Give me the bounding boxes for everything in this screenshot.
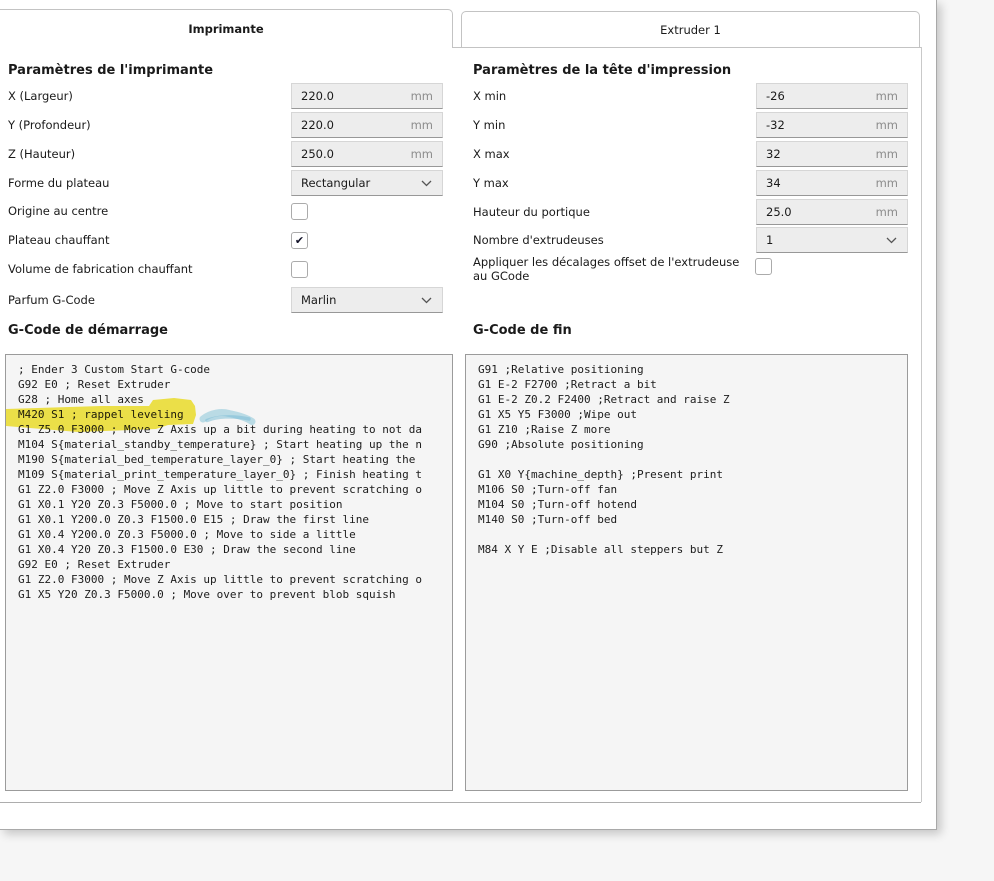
- end-gcode-textarea[interactable]: G91 ;Relative positioning G1 E-2 F2700 ;…: [465, 354, 908, 791]
- bed-shape-select[interactable]: Rectangular: [291, 170, 443, 196]
- gcode-flavor-label: Parfum G-Code: [8, 292, 95, 307]
- y-max-value: 34: [766, 176, 781, 190]
- x-max-value: 32: [766, 147, 781, 161]
- x-min-label: X min: [473, 88, 507, 103]
- printer-settings-title: Paramètres de l'imprimante: [8, 63, 214, 78]
- tab-extruder-1-label: Extruder 1: [660, 22, 721, 37]
- z-height-input[interactable]: 250.0 mm: [291, 141, 443, 167]
- extruder-count-value: 1: [766, 233, 774, 247]
- gantry-height-input[interactable]: 25.0 mm: [756, 199, 908, 225]
- extruder-count-label: Nombre d'extrudeuses: [473, 232, 604, 247]
- x-min-value: -26: [766, 89, 785, 103]
- extruder-count-select[interactable]: 1: [756, 227, 908, 253]
- row-apply-offsets: Appliquer les décalages offset de l'extr…: [473, 253, 908, 289]
- x-min-input[interactable]: -26 mm: [756, 83, 908, 109]
- row-y-depth: Y (Profondeur) 220.0 mm: [8, 112, 443, 138]
- x-width-unit: mm: [410, 89, 433, 103]
- bed-shape-label: Forme du plateau: [8, 175, 110, 190]
- gcode-flavor-select[interactable]: Marlin: [291, 287, 443, 313]
- end-gcode-text: G91 ;Relative positioning G1 E-2 F2700 ;…: [478, 363, 730, 556]
- printhead-settings-title: Paramètres de la tête d'impression: [473, 63, 732, 78]
- tab-imprimante-label: Imprimante: [188, 22, 264, 36]
- y-max-unit: mm: [875, 176, 898, 190]
- z-height-unit: mm: [410, 147, 433, 161]
- x-width-input[interactable]: 220.0 mm: [291, 83, 443, 109]
- y-depth-label: Y (Profondeur): [8, 117, 91, 132]
- machine-settings-dialog: Imprimante Extruder 1 Paramètres de l'im…: [0, 0, 937, 830]
- y-min-input[interactable]: -32 mm: [756, 112, 908, 138]
- heated-volume-checkbox[interactable]: [291, 260, 308, 278]
- row-x-min: X min -26 mm: [473, 83, 908, 109]
- row-y-min: Y min -32 mm: [473, 112, 908, 138]
- row-extruder-count: Nombre d'extrudeuses 1: [473, 227, 908, 253]
- start-gcode-title: G-Code de démarrage: [8, 323, 168, 338]
- row-x-width: X (Largeur) 220.0 mm: [8, 83, 443, 109]
- row-bed-shape: Forme du plateau Rectangular: [8, 170, 443, 196]
- x-max-label: X max: [473, 146, 510, 161]
- heated-volume-label: Volume de fabrication chauffant: [8, 261, 193, 276]
- chevron-down-icon: [886, 237, 907, 244]
- bed-shape-value: Rectangular: [301, 176, 371, 190]
- gantry-height-unit: mm: [875, 205, 898, 219]
- tab-extruder-1[interactable]: Extruder 1: [461, 11, 920, 47]
- x-max-input[interactable]: 32 mm: [756, 141, 908, 167]
- row-gantry-height: Hauteur du portique 25.0 mm: [473, 199, 908, 225]
- x-width-value: 220.0: [301, 89, 334, 103]
- tab-imprimante[interactable]: Imprimante: [0, 9, 453, 48]
- chevron-down-icon: [421, 297, 442, 304]
- gantry-height-value: 25.0: [766, 205, 792, 219]
- row-y-max: Y max 34 mm: [473, 170, 908, 196]
- start-gcode-text: ; Ender 3 Custom Start G-code G92 E0 ; R…: [18, 363, 422, 601]
- row-heated-volume: Volume de fabrication chauffant: [8, 256, 443, 282]
- x-min-unit: mm: [875, 89, 898, 103]
- origin-center-checkbox[interactable]: [291, 202, 308, 220]
- y-depth-unit: mm: [410, 118, 433, 132]
- chevron-down-icon: [421, 180, 442, 187]
- gantry-height-label: Hauteur du portique: [473, 204, 590, 219]
- z-height-label: Z (Hauteur): [8, 146, 76, 161]
- row-gcode-flavor: Parfum G-Code Marlin: [8, 287, 443, 313]
- y-min-label: Y min: [473, 117, 506, 132]
- y-max-label: Y max: [473, 175, 509, 190]
- tab-pane-bottom-border: [0, 802, 921, 803]
- y-max-input[interactable]: 34 mm: [756, 170, 908, 196]
- heated-bed-label: Plateau chauffant: [8, 232, 110, 247]
- z-height-value: 250.0: [301, 147, 334, 161]
- apply-offsets-checkbox[interactable]: [755, 258, 772, 275]
- row-origin-center: Origine au centre: [8, 198, 443, 224]
- tab-pane-top-border: [452, 47, 921, 48]
- end-gcode-title: G-Code de fin: [473, 323, 572, 338]
- x-width-label: X (Largeur): [8, 88, 73, 103]
- row-x-max: X max 32 mm: [473, 141, 908, 167]
- gcode-flavor-value: Marlin: [301, 293, 337, 307]
- apply-offsets-label: Appliquer les décalages offset de l'extr…: [473, 255, 740, 283]
- start-gcode-textarea[interactable]: ; Ender 3 Custom Start G-code G92 E0 ; R…: [5, 354, 453, 791]
- heated-bed-checkbox[interactable]: [291, 231, 308, 249]
- y-depth-value: 220.0: [301, 118, 334, 132]
- y-min-unit: mm: [875, 118, 898, 132]
- tab-pane-right-border: [921, 47, 922, 802]
- row-z-height: Z (Hauteur) 250.0 mm: [8, 141, 443, 167]
- x-max-unit: mm: [875, 147, 898, 161]
- row-heated-bed: Plateau chauffant: [8, 227, 443, 253]
- origin-center-label: Origine au centre: [8, 203, 109, 218]
- y-depth-input[interactable]: 220.0 mm: [291, 112, 443, 138]
- y-min-value: -32: [766, 118, 785, 132]
